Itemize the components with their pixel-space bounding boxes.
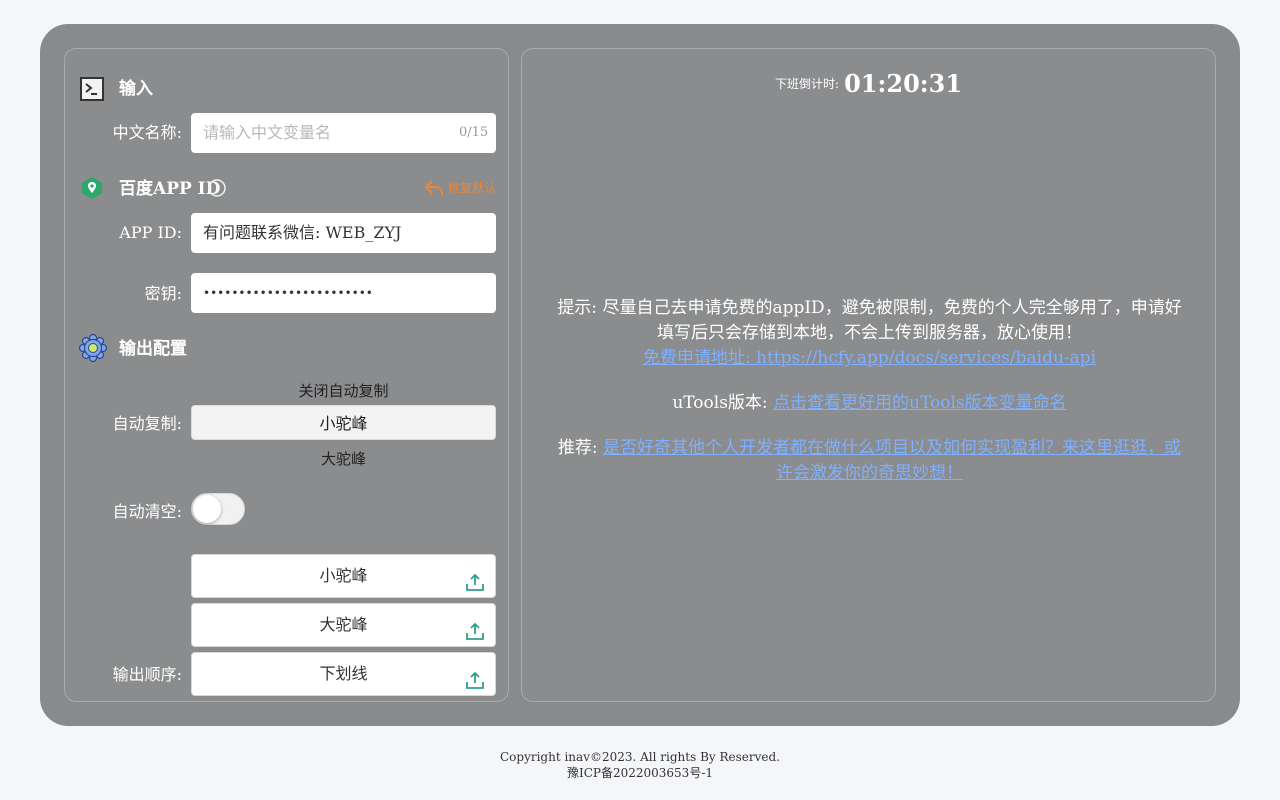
auto-copy-option-off[interactable]: 关闭自动复制 bbox=[191, 380, 496, 401]
auto-copy-selected-option[interactable]: 小驼峰 bbox=[191, 405, 496, 440]
recommend-block: 推荐: 是否好奇其他个人开发者都在做什么项目以及如何实现盈利？来这里逛逛，或许会… bbox=[552, 436, 1187, 486]
terminal-icon bbox=[80, 77, 104, 101]
output-order-label: 输出顺序: bbox=[112, 665, 182, 684]
auto-clear-toggle[interactable] bbox=[191, 493, 245, 525]
chinese-name-input[interactable] bbox=[191, 113, 496, 153]
utools-block: uTools版本: 点击查看更好用的uTools版本变量命名 bbox=[552, 391, 1187, 416]
countdown-time: 01:20:31 bbox=[844, 69, 963, 98]
app-id-label: APP ID: bbox=[119, 223, 182, 242]
order-item-label: 小驼峰 bbox=[319, 566, 368, 585]
app-id-input[interactable] bbox=[191, 213, 496, 253]
input-section-title: 输入 bbox=[119, 79, 153, 99]
secret-key-label: 密钥: bbox=[144, 284, 182, 303]
toggle-knob bbox=[193, 495, 221, 523]
countdown: 下班倒计时: 01:20:31 bbox=[522, 69, 1215, 98]
recommend-link[interactable]: 是否好奇其他个人开发者都在做什么项目以及如何实现盈利？来这里逛逛，或许会激发你的… bbox=[603, 438, 1181, 483]
order-item-pascal[interactable]: 大驼峰 bbox=[191, 603, 496, 647]
auto-copy-option-pascal[interactable]: 大驼峰 bbox=[191, 448, 496, 469]
upload-icon[interactable] bbox=[465, 664, 485, 689]
order-item-label: 下划线 bbox=[319, 664, 368, 683]
config-panel: 输入 中文名称: 0/15 百度APP ID bbox=[64, 48, 509, 702]
utools-label: uTools版本: bbox=[672, 393, 768, 413]
upload-icon[interactable] bbox=[465, 566, 485, 591]
tip-text: 提示: 尽量自己去申请免费的appID，避免被限制，免费的个人完全够用了，申请好… bbox=[557, 298, 1182, 343]
baidu-section-title: 百度APP ID bbox=[119, 179, 221, 199]
recommend-label: 推荐: bbox=[557, 438, 598, 458]
copyright-text: Copyright inav©2023. All rights By Reser… bbox=[499, 750, 780, 764]
undo-arrow-icon bbox=[424, 179, 444, 197]
baidu-location-icon bbox=[80, 176, 104, 200]
apply-link[interactable]: 免费申请地址: https://hcfy.app/docs/services/b… bbox=[643, 348, 1096, 368]
utools-link[interactable]: 点击查看更好用的uTools版本变量命名 bbox=[773, 393, 1067, 413]
secret-key-input[interactable]: •••••••••••••••••••••••• bbox=[191, 273, 496, 313]
footer: Copyright inav©2023. All rights By Reser… bbox=[0, 749, 1280, 781]
gear-icon bbox=[78, 333, 108, 363]
main-frame: 输入 中文名称: 0/15 百度APP ID bbox=[40, 24, 1240, 726]
order-item-label: 大驼峰 bbox=[319, 615, 368, 634]
chinese-name-label: 中文名称: bbox=[112, 123, 182, 142]
countdown-label: 下班倒计时: bbox=[774, 77, 840, 91]
tip-block: 提示: 尽量自己去申请免费的appID，避免被限制，免费的个人完全够用了，申请好… bbox=[552, 296, 1187, 371]
auto-copy-label: 自动复制: bbox=[112, 414, 182, 433]
auto-clear-label: 自动清空: bbox=[112, 502, 182, 521]
info-icon[interactable] bbox=[208, 179, 226, 197]
result-panel: 下班倒计时: 01:20:31 提示: 尽量自己去申请免费的appID，避免被限… bbox=[521, 48, 1216, 702]
order-item-snake[interactable]: 下划线 bbox=[191, 652, 496, 696]
char-counter: 0/15 bbox=[459, 125, 489, 140]
restore-default-label: 恢复默认 bbox=[448, 181, 497, 195]
output-section-title: 输出配置 bbox=[119, 339, 187, 359]
order-item-camel[interactable]: 小驼峰 bbox=[191, 554, 496, 598]
restore-default-button[interactable]: 恢复默认 bbox=[424, 179, 496, 197]
icp-text[interactable]: 豫ICP备2022003653号-1 bbox=[0, 765, 1280, 781]
upload-icon[interactable] bbox=[465, 615, 485, 640]
